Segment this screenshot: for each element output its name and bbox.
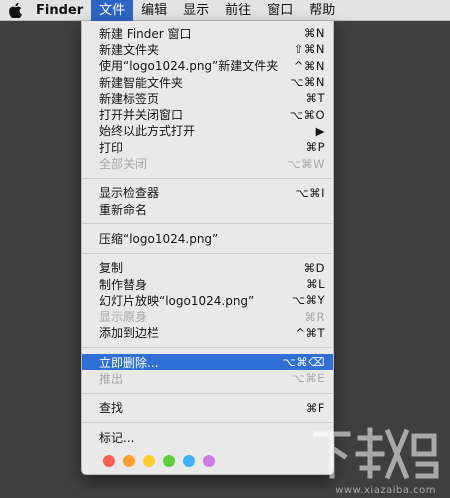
green-tag-icon[interactable] [163,455,175,468]
menu-item-shortcut: ⌥⌘I [295,185,325,200]
menu-item-label: 新建标签页 [99,91,160,106]
menu-item-label: 新建文件夹 [99,42,160,57]
menu-item-label: 打开并关闭窗口 [99,108,184,123]
menu-item-shortcut: ⌘T [305,91,325,106]
menu-item-shortcut: ⌘D [303,260,325,275]
blue-tag-icon[interactable] [183,455,195,468]
menu-5[interactable]: 帮助 [301,0,343,21]
menu-item-7[interactable]: 打印 ⌘P [82,139,333,155]
menu-2[interactable]: 显示 [175,0,217,21]
menu-item-2[interactable]: 使用“logo1024.png”新建文件夹 ^⌘N [82,58,333,74]
menu-item-label: 重新命名 [99,202,148,217]
menu-item-label: 推出 [99,372,124,386]
menu-item-shortcut: ^⌘T [295,325,325,340]
menu-item-shortcut: ⌘L [306,277,325,291]
orange-tag-icon[interactable] [123,455,135,468]
menu-item-8: 全部关闭 ⌥⌘W [82,155,333,172]
menu-item-26[interactable]: 标记... [82,429,333,445]
menu-item-11[interactable]: 重新命名 [82,201,333,217]
menu-item-16[interactable]: 制作替身 ⌘L [82,276,333,292]
tag-color-row [82,445,333,471]
submenu-arrow-icon: ▶ [315,123,325,138]
menu-item-shortcut: ⇧⌘N [293,42,325,57]
menu-item-label: 显示原身 [99,310,148,325]
apple-menu-icon[interactable] [4,0,26,21]
menu-item-shortcut: ⌘N [303,26,325,41]
watermark-logo [313,427,439,480]
menu-separator [82,223,333,225]
menu-item-13[interactable]: 压缩“logo1024.png” [82,230,333,246]
menu-item-1[interactable]: 新建文件夹 ⇧⌘N [82,41,333,57]
yellow-tag-icon[interactable] [143,455,155,468]
menu-item-label: 始终以此方式打开 [99,124,196,139]
menu-item-shortcut: ⌘R [304,309,325,324]
menu-item-label: 打印 [99,140,124,155]
menu-item-shortcut: ⌥⌘⌫ [282,355,325,370]
menu-item-21[interactable]: 立即删除... ⌥⌘⌫ [82,354,333,371]
menu-item-label: 幻灯片放映“logo1024.png” [99,293,255,308]
menu-item-10[interactable]: 显示检查器 ⌥⌘I [82,185,333,201]
menu-separator [82,392,333,394]
menu-item-label: 添加到边栏 [99,326,160,341]
menu-item-24[interactable]: 查找 ⌘F [82,400,333,416]
menu-item-17[interactable]: 幻灯片放映“logo1024.png” ⌥⌘Y [82,292,333,308]
menu-item-shortcut: ^⌘N [293,58,325,73]
menu-item-label: 全部关闭 [99,157,148,172]
menu-app-name[interactable]: Finder [26,0,91,21]
menu-item-label: 使用“logo1024.png”新建文件夹 [99,59,279,74]
menu-item-19[interactable]: 添加到边栏 ^⌘T [82,325,333,341]
menu-item-3[interactable]: 新建智能文件夹 ⌥⌘N [82,74,333,90]
menu-item-label: 新建 Finder 窗口 [99,26,192,41]
menu-item-shortcut: ⌘P [305,140,325,155]
menu-separator [82,421,333,423]
menu-separator [82,347,333,349]
menu-item-5[interactable]: 打开并关闭窗口 ⌥⌘O [82,106,333,123]
menu-item-0[interactable]: 新建 Finder 窗口 ⌘N [82,25,333,41]
menu-item-label: 标记... [99,430,135,445]
menu-item-4[interactable]: 新建标签页 ⌘T [82,90,333,106]
menu-4[interactable]: 窗口 [259,0,301,21]
menu-item-shortcut: ⌥⌘O [289,107,325,122]
menu-separator [82,177,333,179]
menu-bar: Finder 文件 编辑 显示 前往 窗口 帮助 [0,0,450,21]
menu-item-shortcut: ⌥⌘W [287,156,325,171]
file-menu-dropdown: 新建 Finder 窗口 ⌘N 新建文件夹 ⇧⌘N 使用“logo1024.png”新建… [81,21,334,475]
menu-item-label: 显示检查器 [99,186,160,201]
menu-item-label: 压缩“logo1024.png” [99,231,219,246]
menu-item-label: 制作替身 [99,277,148,292]
menu-item-shortcut: ⌥⌘E [291,371,325,386]
menu-item-label: 新建智能文件夹 [99,75,184,90]
menu-item-18: 显示原身 ⌘R [82,308,333,325]
menu-item-label: 立即删除... [99,355,159,370]
menu-item-22: 推出 ⌥⌘E [82,370,333,386]
purple-tag-icon[interactable] [203,455,215,468]
menu-item-shortcut: ⌥⌘Y [291,293,325,308]
menu-item-6[interactable]: 始终以此方式打开 ▶ [82,123,333,139]
red-tag-icon[interactable] [103,455,115,468]
menu-item-label: 复制 [99,261,124,276]
menu-item-15[interactable]: 复制 ⌘D [82,260,333,276]
menu-3[interactable]: 前往 [217,0,259,21]
menu-item-shortcut: ⌥⌘N [290,75,325,90]
menu-0[interactable]: 文件 [91,0,134,21]
menu-item-label: 查找 [99,401,124,416]
watermark-site: www.xiazaiba.com [335,485,436,496]
menu-separator [82,252,333,254]
menu-1[interactable]: 编辑 [133,0,175,21]
menu-item-shortcut: ⌘F [305,400,325,415]
